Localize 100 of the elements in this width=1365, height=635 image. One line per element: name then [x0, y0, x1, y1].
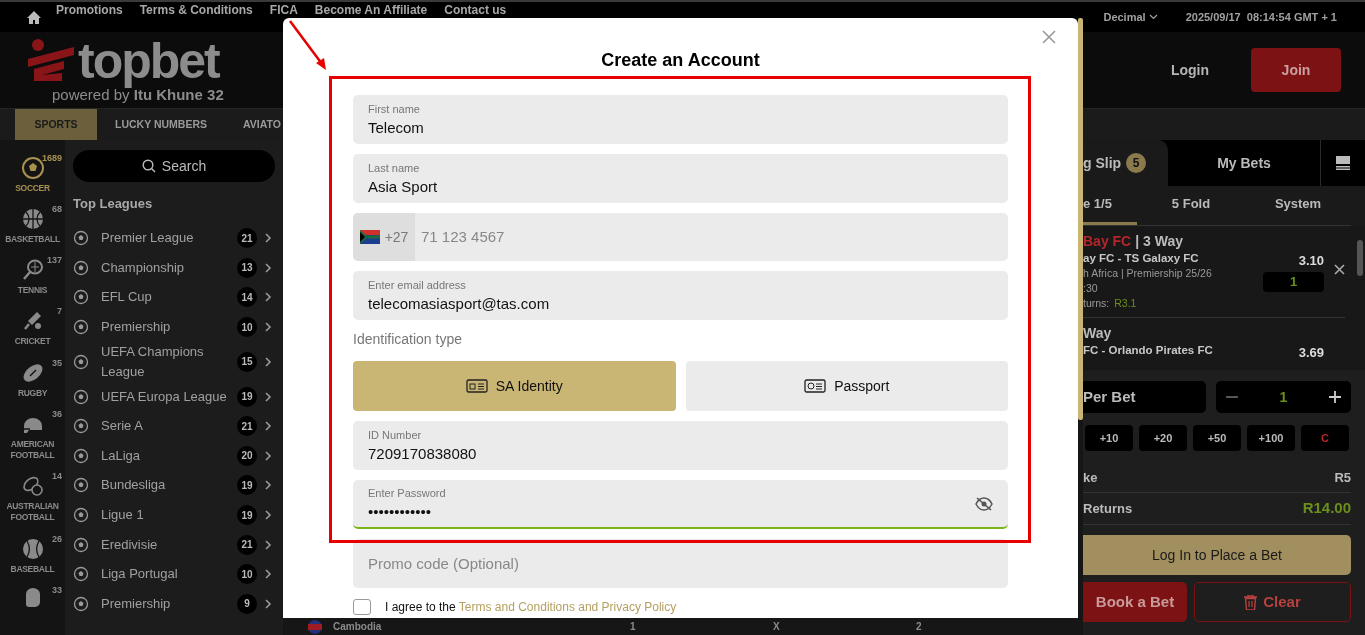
- chevron-right-icon: [263, 354, 273, 369]
- sport-item[interactable]: 35 RUGBY: [0, 356, 65, 408]
- close-icon: [1042, 30, 1056, 44]
- league-item[interactable]: EFL Cup 14: [73, 282, 275, 313]
- bet-slip-tab[interactable]: g Slip 5: [1083, 140, 1168, 186]
- login-button[interactable]: Login: [1170, 59, 1209, 81]
- input-field[interactable]: Enter Password ••••••••••••: [353, 480, 1008, 529]
- sport-item[interactable]: 33: [0, 583, 65, 635]
- nav-link[interactable]: Become An Affiliate: [314, 4, 428, 17]
- soccer-ball-icon: [73, 507, 89, 524]
- odds-value: 3.10: [1298, 252, 1324, 270]
- league-item[interactable]: LaLiga 20: [73, 441, 275, 471]
- id-type-option[interactable]: SA Identity: [353, 361, 676, 411]
- sport-item[interactable]: 26 BASEBALL: [0, 532, 65, 584]
- league-item[interactable]: UEFA Champions League 15: [73, 341, 275, 382]
- scrollbar-thumb[interactable]: [1078, 18, 1083, 420]
- league-item[interactable]: Liga Portugal 10: [73, 559, 275, 590]
- nav-link[interactable]: Terms & Conditions: [139, 4, 253, 17]
- sport-label: CRICKET: [14, 336, 51, 348]
- join-button[interactable]: Join: [1251, 48, 1341, 92]
- league-item[interactable]: Serie A 21: [73, 411, 275, 442]
- league-item[interactable]: Championship 13: [73, 253, 275, 283]
- input-field[interactable]: ID Number 7209170838080: [353, 421, 1008, 470]
- eye-slash-icon[interactable]: [975, 496, 993, 511]
- search-label: Search: [161, 156, 207, 176]
- soccer-ball-icon: [73, 447, 89, 464]
- agreement-text: I agree to the Terms and Conditions and Privacy Policy: [385, 599, 677, 616]
- basketball-icon: [20, 207, 45, 232]
- soccer-ball-icon: [73, 388, 89, 405]
- close-button[interactable]: [1042, 30, 1056, 44]
- remove-button[interactable]: [1334, 264, 1345, 275]
- scrollbar-thumb[interactable]: [1357, 240, 1363, 276]
- section-heading: Top Leagues: [73, 195, 154, 213]
- quick-stake-button[interactable]: +10: [1085, 425, 1133, 451]
- sport-count: 26: [52, 532, 62, 546]
- promo-code-field[interactable]: Promo code (Optional): [353, 539, 1008, 588]
- chevron-right-icon: [263, 260, 273, 275]
- count-badge: 20: [237, 445, 257, 466]
- outcome-label: 1: [630, 620, 637, 634]
- sport-item[interactable]: 1689 SOCCER: [0, 152, 65, 204]
- league-item[interactable]: Premier League 21: [73, 223, 275, 254]
- input-field[interactable]: Last name Asia Sport: [353, 154, 1008, 203]
- league-item[interactable]: Bundesliga 19: [73, 470, 275, 501]
- count-badge: 10: [237, 564, 257, 585]
- league-item[interactable]: Ligue 1 19: [73, 500, 275, 530]
- stake-value: 1: [1279, 387, 1288, 407]
- league-name: Premiership: [101, 318, 172, 337]
- id-type-option[interactable]: Passport: [685, 361, 1008, 411]
- sport-label: SOCCER: [15, 183, 50, 194]
- annotation-arrow: [287, 18, 329, 72]
- competition-text: h Africa | Premiership 25/26: [1083, 266, 1213, 281]
- odds-format-dropdown[interactable]: Decimal: [1103, 8, 1158, 26]
- sport-item[interactable]: 36 AMERICAN FOOTBALL: [0, 407, 65, 471]
- menu-icon: [1336, 156, 1350, 170]
- time-text: :30: [1083, 281, 1099, 296]
- league-name: UEFA Champions League: [101, 342, 205, 381]
- search-icon: [141, 159, 156, 173]
- league-item[interactable]: Premiership 9: [73, 589, 275, 619]
- checkbox[interactable]: [353, 599, 371, 615]
- bet-type-tab[interactable]: System: [1245, 186, 1351, 225]
- nav-link[interactable]: FICA: [269, 4, 298, 17]
- league-item[interactable]: UEFA Europa League 19: [73, 381, 275, 412]
- chevron-right-icon: [263, 389, 273, 404]
- sport-item[interactable]: 14 AUSTRALIAN FOOTBALL: [0, 470, 65, 533]
- sport-label: BASKETBALL: [5, 234, 60, 246]
- sport-count: 33: [52, 583, 62, 597]
- nav-link[interactable]: Promotions: [56, 4, 123, 17]
- count-badge: 19: [237, 386, 257, 407]
- quick-stake-button[interactable]: +100: [1247, 425, 1295, 451]
- quick-stake-button[interactable]: +20: [1139, 425, 1187, 451]
- league-item[interactable]: Eredivisie 21: [73, 529, 275, 560]
- sport-item[interactable]: 137 TENNIS: [0, 254, 65, 306]
- quick-stake-button[interactable]: +50: [1193, 425, 1241, 451]
- soccer-ball-icon: [73, 289, 89, 306]
- returns-value: R3.1: [1114, 296, 1137, 311]
- product-tab[interactable]: AVIATO: [225, 109, 299, 140]
- search-button[interactable]: Search: [73, 150, 275, 182]
- product-tab[interactable]: LUCKY NUMBERS: [97, 109, 225, 140]
- field-value: Asia Sport: [368, 176, 439, 197]
- stake-stepper[interactable]: 1: [1216, 381, 1351, 413]
- sport-item[interactable]: 68 BASKETBALL: [0, 203, 65, 255]
- soccer-ball-icon: [73, 477, 89, 494]
- home-button[interactable]: [26, 9, 42, 25]
- input-field[interactable]: First name Telecom: [353, 95, 1008, 144]
- book-bet-button[interactable]: Book a Bet: [1083, 582, 1187, 622]
- sport-item[interactable]: 7 CRICKET: [0, 305, 65, 357]
- login-to-bet-button[interactable]: Log In to Place a Bet: [1083, 535, 1351, 575]
- bet-type-tab[interactable]: 5 Fold: [1137, 186, 1245, 225]
- phone-number-input[interactable]: 71 123 4567: [421, 213, 1008, 261]
- sport-label: AUSTRALIAN FOOTBALL: [5, 501, 60, 524]
- soccer-ball-icon: [73, 536, 89, 553]
- input-field[interactable]: Enter email address telecomasiasport@tas.com: [353, 271, 1008, 320]
- sport-count: 36: [52, 407, 62, 421]
- league-item[interactable]: Premiership 10: [73, 312, 275, 342]
- clock-text: 2025/09/17 08:14:54 GMT + 1: [1185, 9, 1337, 25]
- nav-link[interactable]: Contact us: [444, 4, 507, 17]
- baseball-icon: [20, 536, 45, 561]
- chevron-right-icon: [263, 537, 273, 552]
- stake-field[interactable]: 1: [1263, 272, 1324, 292]
- chevron-right-icon: [263, 448, 273, 463]
